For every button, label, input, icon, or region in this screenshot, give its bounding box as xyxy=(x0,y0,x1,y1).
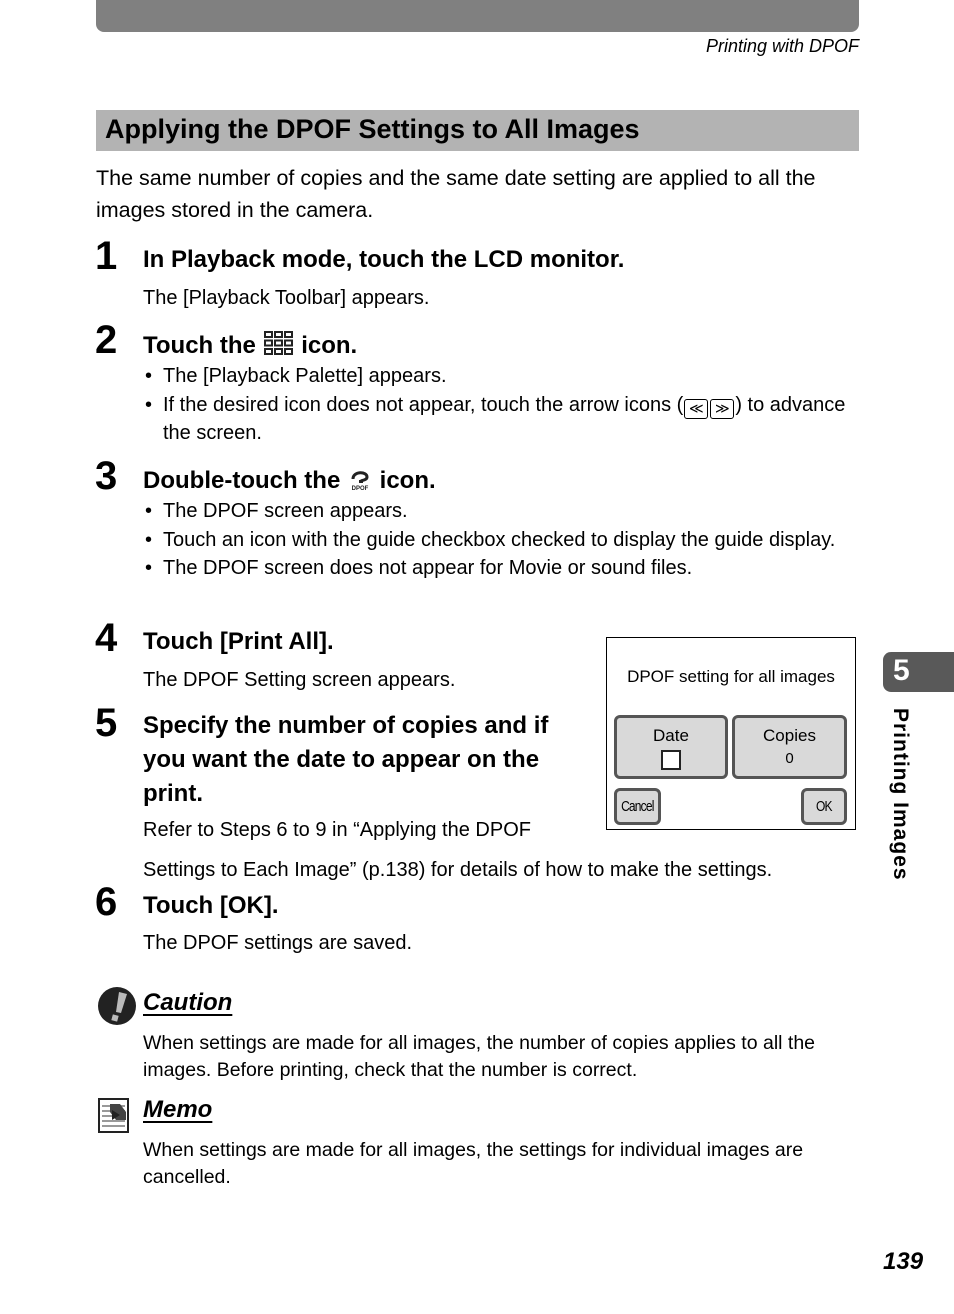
arrow-right-icon: ≫ xyxy=(710,398,735,419)
page-number: 139 xyxy=(883,1248,924,1275)
step-6-number: 6 xyxy=(95,880,118,924)
step-3-bullets: The DPOF screen appears. Touch an icon w… xyxy=(143,497,858,583)
step-1-number: 1 xyxy=(95,234,118,278)
step-5-title: Specify the number of copies and if you … xyxy=(143,712,549,807)
lcd-title: DPOF setting for all images xyxy=(627,667,835,686)
step-5-body-line-1: Refer to Steps 6 to 9 in “Applying the D… xyxy=(143,819,531,841)
step-3-number: 3 xyxy=(95,454,118,498)
step-4-body: The DPOF Setting screen appears. xyxy=(143,669,456,691)
lcd-screen: DPOF setting for all images Date Copies … xyxy=(606,637,856,830)
chapter-number: 5 xyxy=(893,654,910,687)
bullet-text: The [Playback Palette] appears. xyxy=(163,365,447,387)
copies-button[interactable]: Copies 0 xyxy=(732,715,847,779)
step-4-title: Touch [Print All]. xyxy=(143,628,334,655)
running-head: Printing with DPOF xyxy=(705,36,859,56)
step-3-bullet-2: Touch an icon with the guide checkbox ch… xyxy=(143,526,858,555)
dpof-icon: DPOF xyxy=(347,465,373,498)
date-button[interactable]: Date xyxy=(614,715,728,779)
caution-text: When settings are made for all images, t… xyxy=(143,1032,816,1081)
ok-button[interactable]: OK xyxy=(801,788,847,825)
date-checkbox[interactable] xyxy=(661,750,681,770)
section-title: Applying the DPOF Settings to All Images xyxy=(105,114,640,144)
step-5-number: 5 xyxy=(95,701,118,745)
chapter-tab: 5 xyxy=(883,652,954,692)
step-6-title: Touch [OK]. xyxy=(143,892,279,919)
step-1-body: The [Playback Toolbar] appears. xyxy=(143,287,430,309)
step-3-title-suffix: icon. xyxy=(379,466,436,494)
date-label: Date xyxy=(653,726,689,745)
step-3-bullet-3: The DPOF screen does not appear for Movi… xyxy=(143,554,858,583)
step-5-body-line-2: Settings to Each Image” (p.138) for deta… xyxy=(143,859,773,881)
caution-icon xyxy=(97,986,137,1031)
step-3-title-prefix: Double-touch the xyxy=(143,466,341,494)
svg-text:DPOF: DPOF xyxy=(352,486,369,491)
step-2-bullets: The [Playback Palette] appears. If the d… xyxy=(143,362,858,448)
step-6-body: The DPOF settings are saved. xyxy=(143,932,413,954)
arrow-left-icon: ≪ xyxy=(684,398,709,419)
memo-text: When settings are made for all images, t… xyxy=(143,1139,804,1188)
ok-label: OK xyxy=(816,798,833,815)
memo-icon xyxy=(98,1098,130,1139)
mode-palette-icon xyxy=(263,330,295,363)
step-2-number: 2 xyxy=(95,318,118,362)
chapter-label: Printing Images xyxy=(889,708,912,881)
cancel-label: Cancel xyxy=(621,798,654,815)
step-3-title: Double-touch the DPOF icon. xyxy=(143,465,436,498)
step-2-title: Touch the icon. xyxy=(143,330,357,363)
intro-paragraph: The same number of copies and the same d… xyxy=(96,166,816,222)
step-2-title-suffix: icon. xyxy=(301,331,358,359)
step-2-bullet-1: The [Playback Palette] appears. xyxy=(143,362,858,391)
step-2-title-prefix: Touch the xyxy=(143,331,256,359)
caution-heading: Caution xyxy=(143,989,233,1016)
bullet-text: If the desired icon does not appear, tou… xyxy=(163,393,684,416)
copies-label: Copies xyxy=(763,726,816,745)
step-1-title: In Playback mode, touch the LCD monitor. xyxy=(143,246,625,273)
step-4-number: 4 xyxy=(95,616,118,660)
copies-value: 0 xyxy=(785,750,794,767)
header-bar xyxy=(96,0,859,32)
memo-heading: Memo xyxy=(143,1096,213,1123)
cancel-button[interactable]: Cancel xyxy=(614,788,661,825)
step-2-bullet-2: If the desired icon does not appear, tou… xyxy=(143,391,858,448)
step-3-bullet-1: The DPOF screen appears. xyxy=(143,497,858,526)
